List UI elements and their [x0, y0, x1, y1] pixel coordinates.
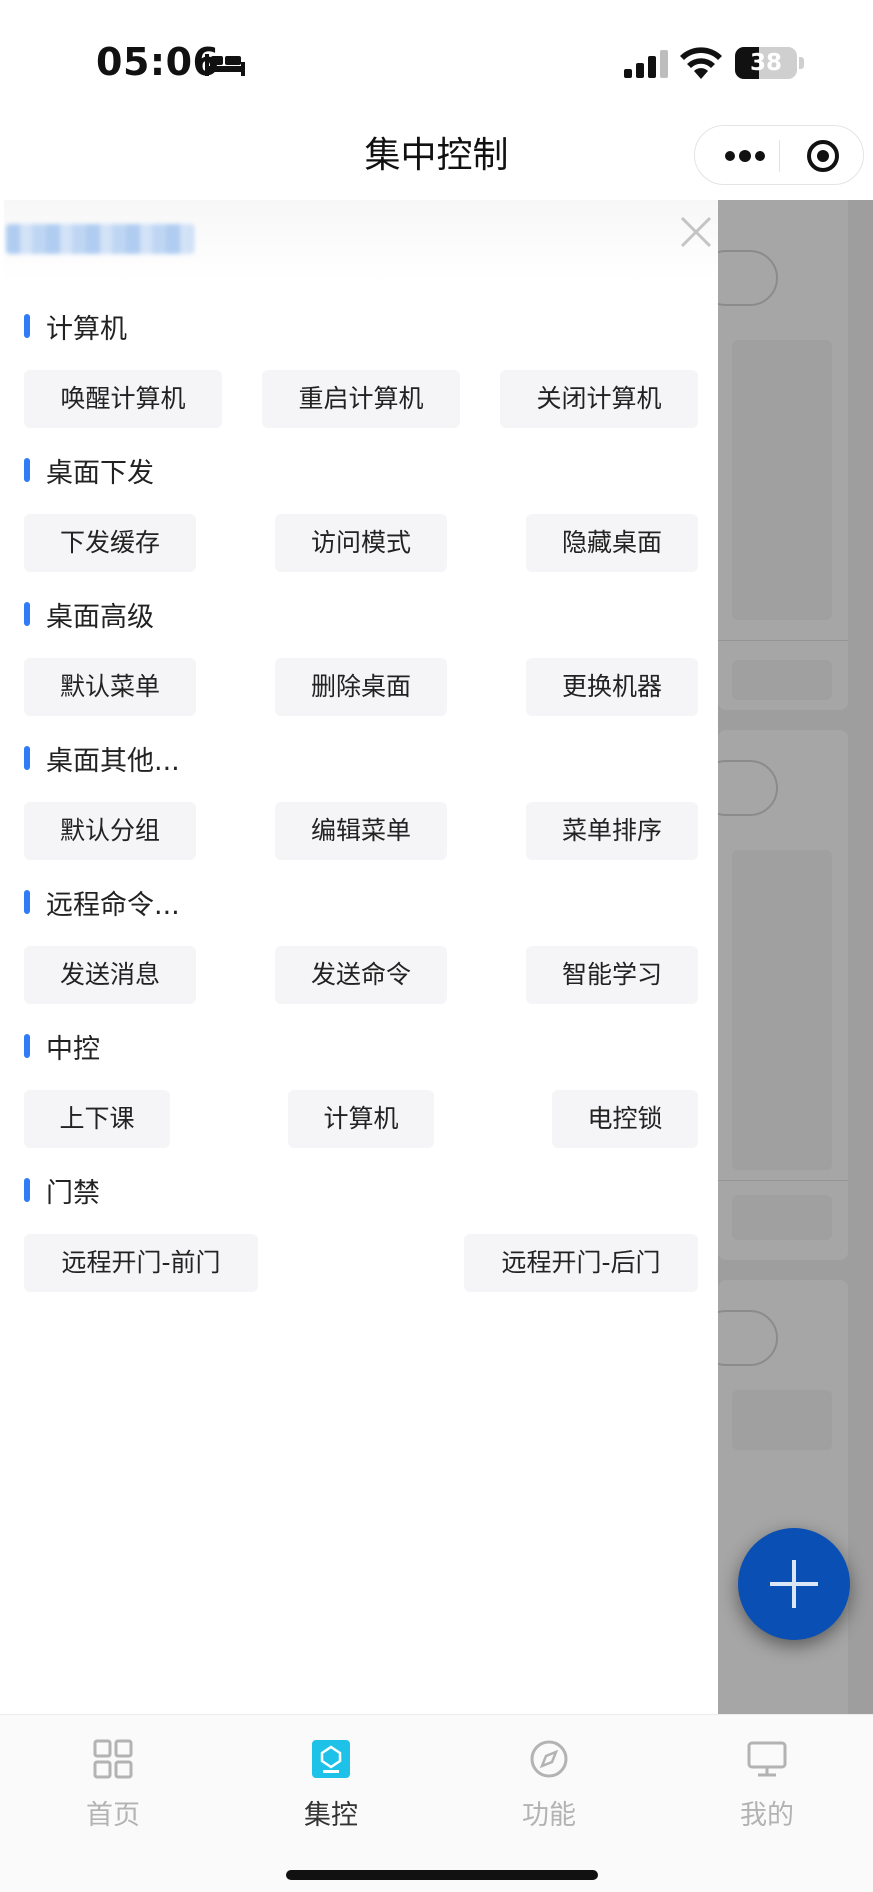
- section-desktop-other: 桌面其他...: [24, 738, 180, 778]
- control-drawer: 计算机 唤醒计算机 重启计算机 关闭计算机 桌面下发 下发缓存 访问模式 隐藏桌…: [4, 200, 718, 1714]
- section-marker: [24, 458, 30, 482]
- grid-icon: [93, 1739, 133, 1779]
- bed-icon: [205, 54, 245, 76]
- control-center-icon: [312, 1740, 350, 1778]
- sort-menu-button[interactable]: 菜单排序: [526, 802, 698, 860]
- tab-label: 功能: [522, 1800, 576, 1831]
- section-title: 桌面下发: [46, 457, 154, 489]
- send-message-button[interactable]: 发送消息: [24, 946, 196, 1004]
- send-command-button[interactable]: 发送命令: [275, 946, 447, 1004]
- tab-label: 首页: [86, 1800, 140, 1831]
- plus-icon: [770, 1560, 818, 1608]
- default-menu-button[interactable]: 默认菜单: [24, 658, 196, 716]
- section-desktop-deploy: 桌面下发: [24, 450, 154, 490]
- section-computer: 计算机: [24, 306, 127, 346]
- drawer-header: [4, 200, 718, 282]
- section-remote-command: 远程命令...: [24, 882, 180, 922]
- section-title: 计算机: [46, 313, 127, 345]
- cellular-signal-icon: [624, 50, 668, 78]
- add-fab-button[interactable]: [738, 1528, 850, 1640]
- battery-icon: 38: [735, 47, 797, 79]
- shutdown-computer-button[interactable]: 关闭计算机: [500, 370, 698, 428]
- tab-label: 集控: [304, 1800, 358, 1831]
- section-central-control: 中控: [24, 1026, 100, 1066]
- section-title: 中控: [46, 1033, 100, 1065]
- section-desktop-advanced: 桌面高级: [24, 594, 154, 634]
- section-marker: [24, 314, 30, 338]
- hide-desktop-button[interactable]: 隐藏桌面: [526, 514, 698, 572]
- section-title: 门禁: [46, 1177, 100, 1209]
- more-dots-icon[interactable]: [723, 144, 767, 168]
- status-time: 05:06: [96, 40, 220, 84]
- blurred-device-name: [6, 224, 194, 254]
- section-title: 远程命令...: [46, 889, 180, 921]
- battery-percentage: 38: [749, 50, 782, 76]
- access-mode-button[interactable]: 访问模式: [275, 514, 447, 572]
- compass-icon: [530, 1740, 568, 1778]
- deploy-cache-button[interactable]: 下发缓存: [24, 514, 196, 572]
- delete-desktop-button[interactable]: 删除桌面: [275, 658, 447, 716]
- default-group-button[interactable]: 默认分组: [24, 802, 196, 860]
- central-computer-button[interactable]: 计算机: [288, 1090, 434, 1148]
- section-marker: [24, 746, 30, 770]
- open-front-door-button[interactable]: 远程开门-前门: [24, 1234, 258, 1292]
- section-marker: [24, 1034, 30, 1058]
- smart-learning-button[interactable]: 智能学习: [526, 946, 698, 1004]
- tab-mine[interactable]: 我的: [697, 1727, 837, 1837]
- replace-machine-button[interactable]: 更换机器: [526, 658, 698, 716]
- section-access-control: 门禁: [24, 1170, 100, 1210]
- section-marker: [24, 602, 30, 626]
- capsule-divider: [779, 140, 780, 172]
- tab-label: 我的: [740, 1800, 794, 1831]
- class-start-end-button[interactable]: 上下课: [24, 1090, 170, 1148]
- section-title: 桌面高级: [46, 601, 154, 633]
- overlay-mask[interactable]: [718, 200, 873, 1714]
- section-title: 桌面其他...: [46, 745, 180, 777]
- section-marker: [24, 890, 30, 914]
- target-circle-icon[interactable]: [805, 138, 841, 174]
- open-back-door-button[interactable]: 远程开门-后门: [464, 1234, 698, 1292]
- wake-computer-button[interactable]: 唤醒计算机: [24, 370, 222, 428]
- wifi-icon: [680, 47, 722, 79]
- home-indicator: [286, 1870, 598, 1880]
- monitor-icon: [747, 1741, 787, 1777]
- tab-functions[interactable]: 功能: [479, 1727, 619, 1837]
- status-bar: 05:06 38: [0, 0, 873, 125]
- section-marker: [24, 1178, 30, 1202]
- mini-program-capsule: [694, 125, 864, 185]
- electric-lock-button[interactable]: 电控锁: [552, 1090, 698, 1148]
- tab-central-control[interactable]: 集控: [261, 1727, 401, 1837]
- battery-nub: [799, 57, 804, 69]
- close-icon[interactable]: [676, 212, 716, 252]
- restart-computer-button[interactable]: 重启计算机: [262, 370, 460, 428]
- edit-menu-button[interactable]: 编辑菜单: [275, 802, 447, 860]
- bottom-tab-bar: 首页 集控 功能 我的: [0, 1714, 873, 1892]
- tab-home[interactable]: 首页: [43, 1727, 183, 1837]
